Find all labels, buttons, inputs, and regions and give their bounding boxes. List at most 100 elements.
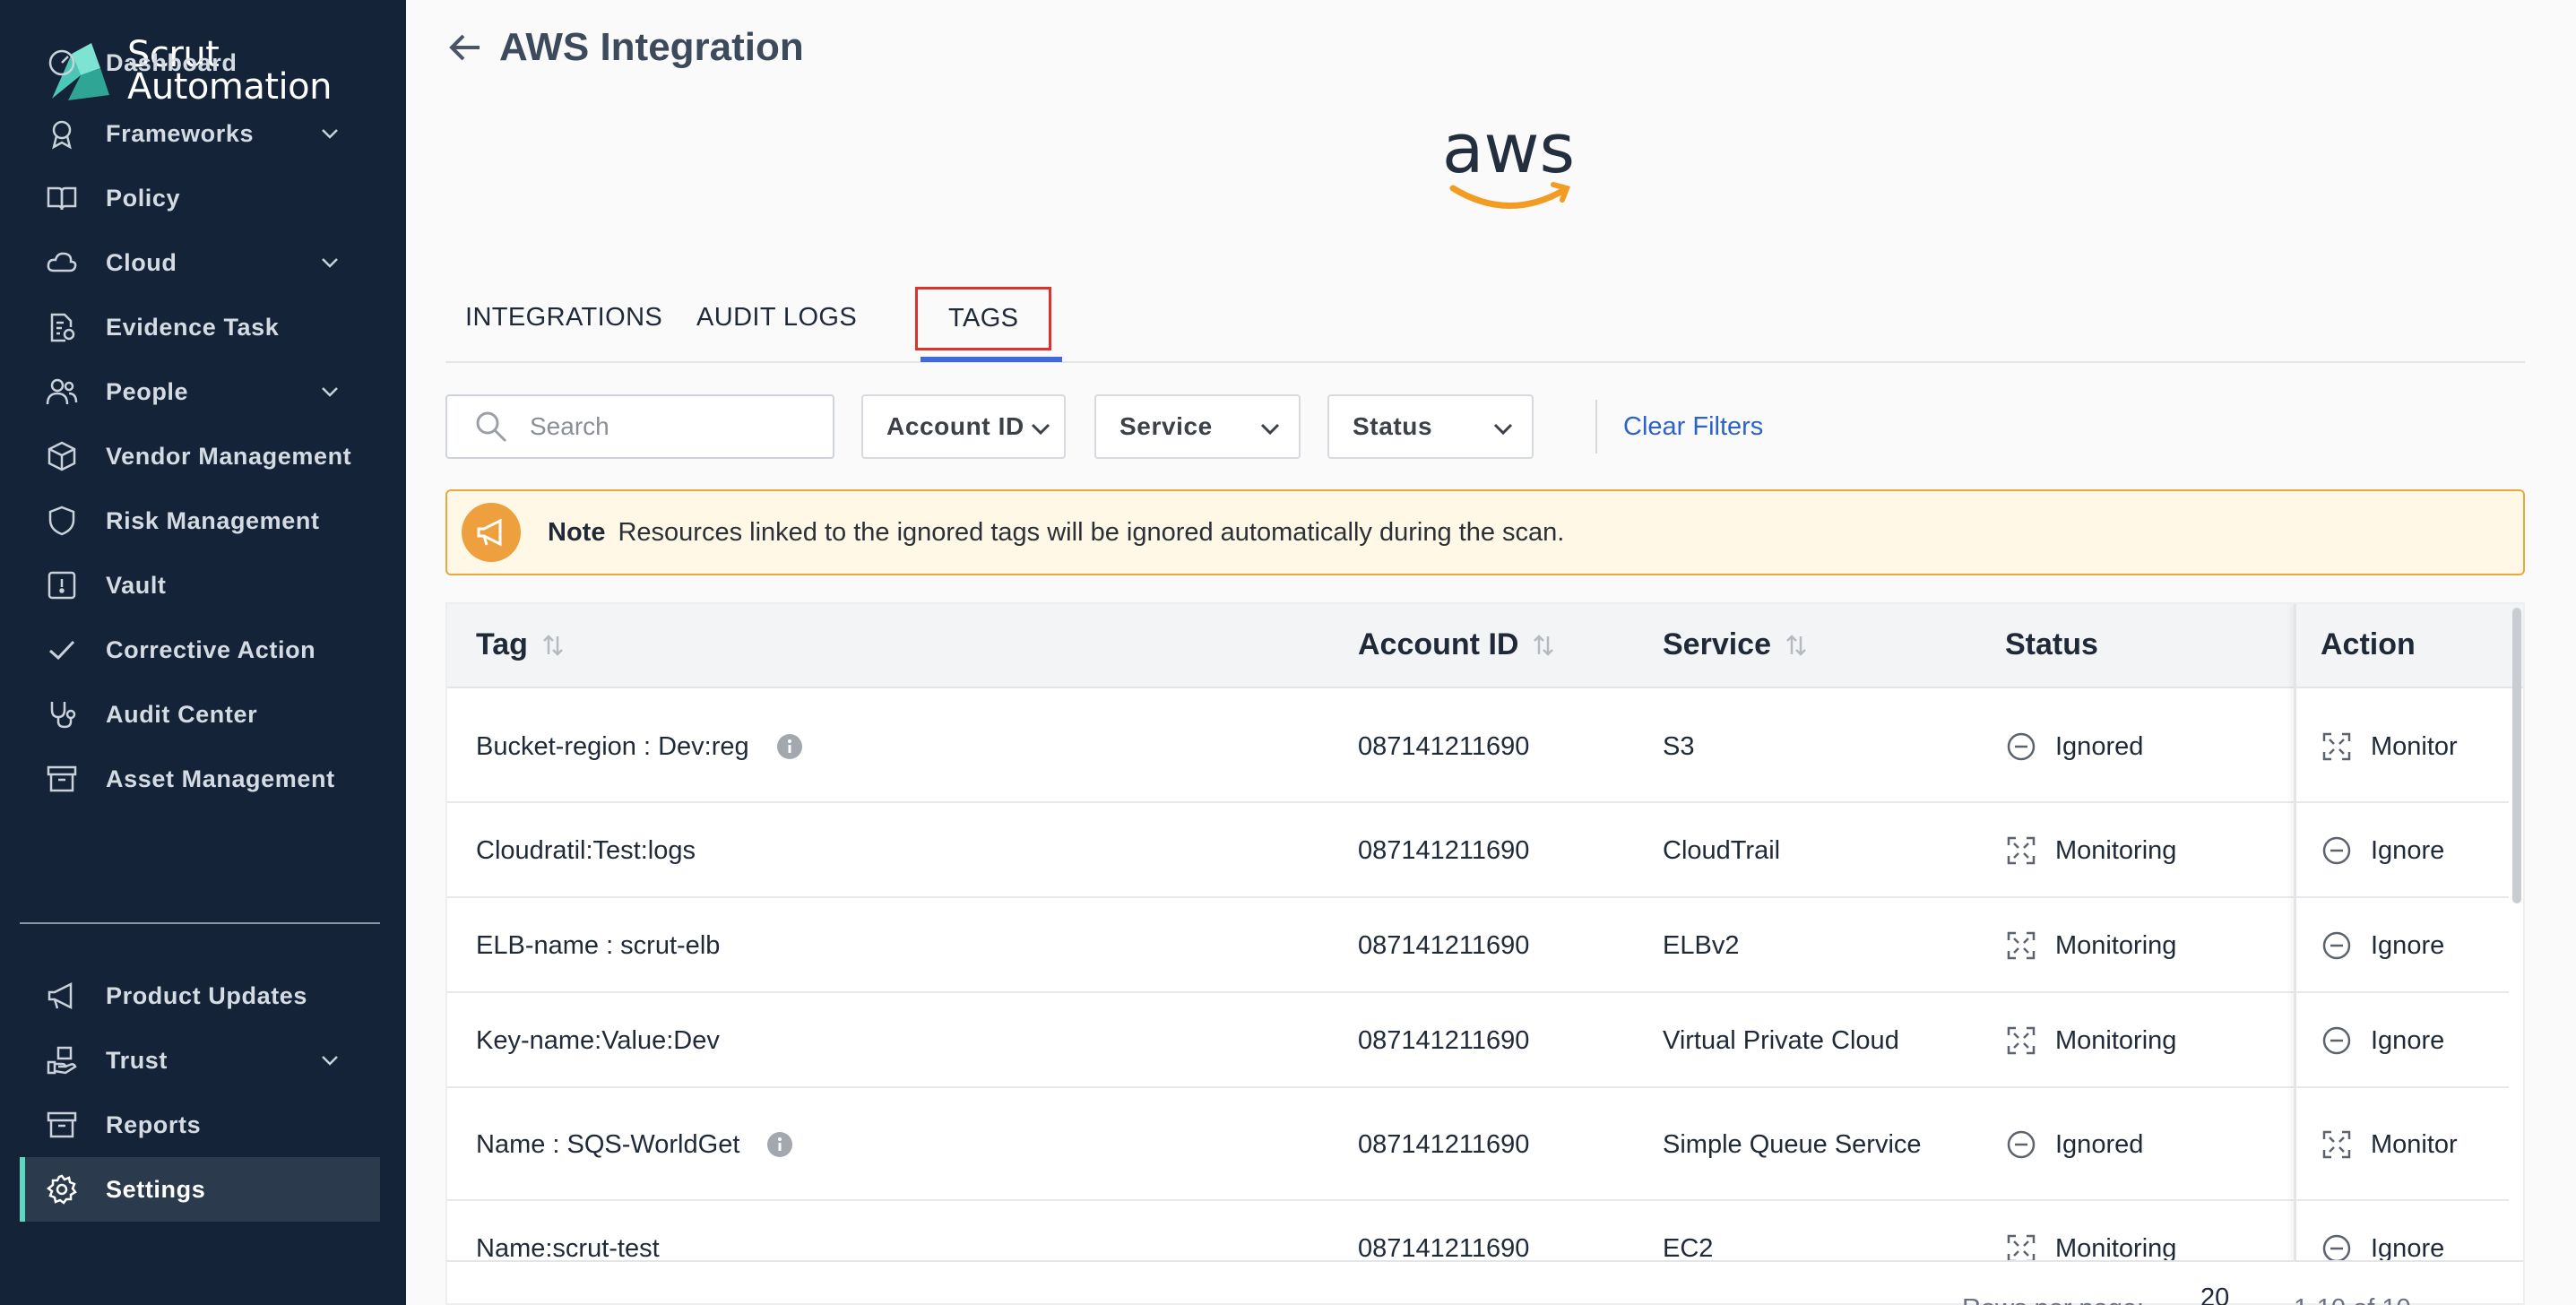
sort-icon[interactable] — [1531, 633, 1556, 658]
sidebar-item-audit-center[interactable]: Audit Center — [20, 682, 380, 747]
status-text: Ignored — [2055, 731, 2144, 761]
column-header-tag[interactable]: Tag — [476, 627, 566, 662]
monitor-scan-icon — [2005, 834, 2037, 867]
sidebar: Scrut Automation Dashboard Frameworks Po… — [0, 0, 406, 1305]
cell-tag: Cloudratil:Test:logs — [476, 803, 696, 898]
table-scrollbar[interactable] — [2512, 608, 2521, 903]
tag-text: Key-name:Value:Dev — [476, 1025, 720, 1055]
sidebar-item-label: Reports — [106, 1111, 202, 1138]
chevron-down-icon — [322, 129, 338, 139]
sort-icon[interactable] — [540, 633, 566, 658]
cell-account-id: 087141211690 — [1358, 1129, 1530, 1159]
aws-logo: aws — [1442, 117, 1575, 209]
note-label: Note — [548, 517, 606, 547]
cell-account-id: 087141211690 — [1358, 731, 1530, 761]
sidebar-item-policy[interactable]: Policy — [20, 166, 380, 230]
cell-account-id: 087141211690 — [1358, 835, 1530, 865]
sidebar-item-label: Audit Center — [106, 700, 258, 728]
cell-account-id: 087141211690 — [1358, 930, 1530, 960]
sidebar-item-asset-management[interactable]: Asset Management — [20, 747, 380, 811]
column-header-label: Status — [2005, 627, 2098, 661]
sidebar-item-label: Cloud — [106, 248, 177, 276]
filter-divider — [1595, 400, 1597, 454]
sidebar-item-frameworks[interactable]: Frameworks — [20, 101, 380, 166]
sidebar-item-people[interactable]: People — [20, 359, 380, 424]
rows-per-page-label: Rows per page: — [1962, 1294, 2144, 1305]
search-box[interactable] — [445, 394, 834, 459]
sidebar-item-label: People — [106, 377, 189, 405]
sidebar-item-corrective-action[interactable]: Corrective Action — [20, 618, 380, 682]
sidebar-item-risk-management[interactable]: Risk Management — [20, 488, 380, 553]
sort-icon[interactable] — [1784, 633, 1809, 658]
sidebar-item-reports[interactable]: Reports — [20, 1093, 380, 1157]
info-icon[interactable] — [776, 733, 803, 760]
sidebar-item-product-updates[interactable]: Product Updates — [20, 964, 380, 1028]
note-banner: Note Resources linked to the ignored tag… — [445, 489, 2525, 575]
column-header-label: Account ID — [1358, 627, 1519, 661]
service-dropdown[interactable]: Service — [1094, 394, 1301, 459]
cell-status: Monitoring — [2005, 898, 2176, 993]
check-icon — [45, 633, 79, 667]
page-title: AWS Integration — [499, 25, 804, 69]
service-dropdown-label: Service — [1119, 412, 1213, 440]
shield-icon — [45, 504, 79, 538]
tag-text: Cloudratil:Test:logs — [476, 835, 696, 865]
chevron-down-icon — [322, 1056, 338, 1066]
column-header-account-id[interactable]: Account ID — [1358, 627, 1556, 662]
action-column-divider — [2294, 604, 2509, 1303]
tab-bar: INTEGRATIONS AUDIT LOGS TAGS — [445, 287, 2525, 363]
account-id-dropdown-label: Account ID — [886, 412, 1024, 440]
column-header-label: Service — [1663, 627, 1771, 661]
reports-icon — [45, 1108, 79, 1142]
sidebar-item-dashboard[interactable]: Dashboard — [20, 30, 380, 95]
cell-service: S3 — [1663, 731, 1695, 761]
vault-icon — [45, 568, 79, 602]
clear-filters-link[interactable]: Clear Filters — [1623, 412, 1763, 442]
sidebar-item-vendor-management[interactable]: Vendor Management — [20, 424, 380, 488]
cell-status: Ignored — [2005, 1088, 2143, 1201]
monitor-scan-icon — [2005, 1024, 2037, 1057]
chevron-down-icon — [1031, 423, 1050, 436]
clipboard-icon — [45, 310, 79, 344]
search-input[interactable] — [530, 412, 799, 441]
sidebar-item-label: Corrective Action — [106, 635, 316, 663]
cell-tag: Name : SQS-WorldGet — [476, 1088, 793, 1201]
minus-circle-icon — [2005, 1128, 2037, 1161]
chevron-down-icon — [1260, 423, 1280, 436]
rows-per-page-select[interactable]: 20 — [2200, 1283, 2229, 1305]
sidebar-item-vault[interactable]: Vault — [20, 553, 380, 618]
account-id-dropdown[interactable]: Account ID — [861, 394, 1066, 459]
sidebar-item-label: Risk Management — [106, 506, 320, 534]
note-text: Resources linked to the ignored tags wil… — [618, 517, 1565, 547]
megaphone-icon — [462, 503, 521, 562]
back-arrow-icon[interactable] — [444, 26, 487, 69]
info-icon[interactable] — [766, 1131, 793, 1158]
aws-logo-text: aws — [1442, 117, 1575, 188]
sidebar-item-trust[interactable]: Trust — [20, 1028, 380, 1093]
search-icon — [476, 411, 507, 443]
column-header-service[interactable]: Service — [1663, 627, 1809, 662]
gear-icon — [45, 1172, 79, 1206]
chevron-down-icon — [1493, 423, 1513, 436]
status-dropdown[interactable]: Status — [1327, 394, 1534, 459]
page-header: AWS Integration — [444, 25, 804, 70]
main-content: AWS Integration aws INTEGRATIONS AUDIT L… — [406, 0, 2576, 1305]
tags-table: Tag Account ID Service Status Action Buc… — [445, 602, 2525, 1305]
cell-status: Monitoring — [2005, 993, 2176, 1088]
tab-tags[interactable]: TAGS — [915, 287, 1052, 350]
sidebar-item-cloud[interactable]: Cloud — [20, 230, 380, 295]
sidebar-item-settings[interactable]: Settings — [20, 1157, 380, 1222]
cell-tag: Bucket-region : Dev:reg — [476, 690, 803, 803]
sidebar-item-label: Dashboard — [106, 48, 238, 76]
status-text: Monitoring — [2055, 1233, 2177, 1263]
tag-text: Name:scrut-test — [476, 1233, 660, 1263]
tab-audit-logs[interactable]: AUDIT LOGS — [696, 303, 857, 333]
sidebar-item-label: Product Updates — [106, 981, 308, 1009]
tag-text: ELB-name : scrut-elb — [476, 930, 721, 960]
filter-bar: Account ID Service Status Clear Filters — [445, 394, 2525, 459]
status-text: Ignored — [2055, 1129, 2144, 1159]
status-dropdown-label: Status — [1353, 412, 1433, 440]
table-row: Name : SQS-WorldGet 087141211690 Simple Qu… — [447, 1088, 2509, 1201]
sidebar-item-evidence-task[interactable]: Evidence Task — [20, 295, 380, 359]
tab-integrations[interactable]: INTEGRATIONS — [465, 303, 662, 333]
